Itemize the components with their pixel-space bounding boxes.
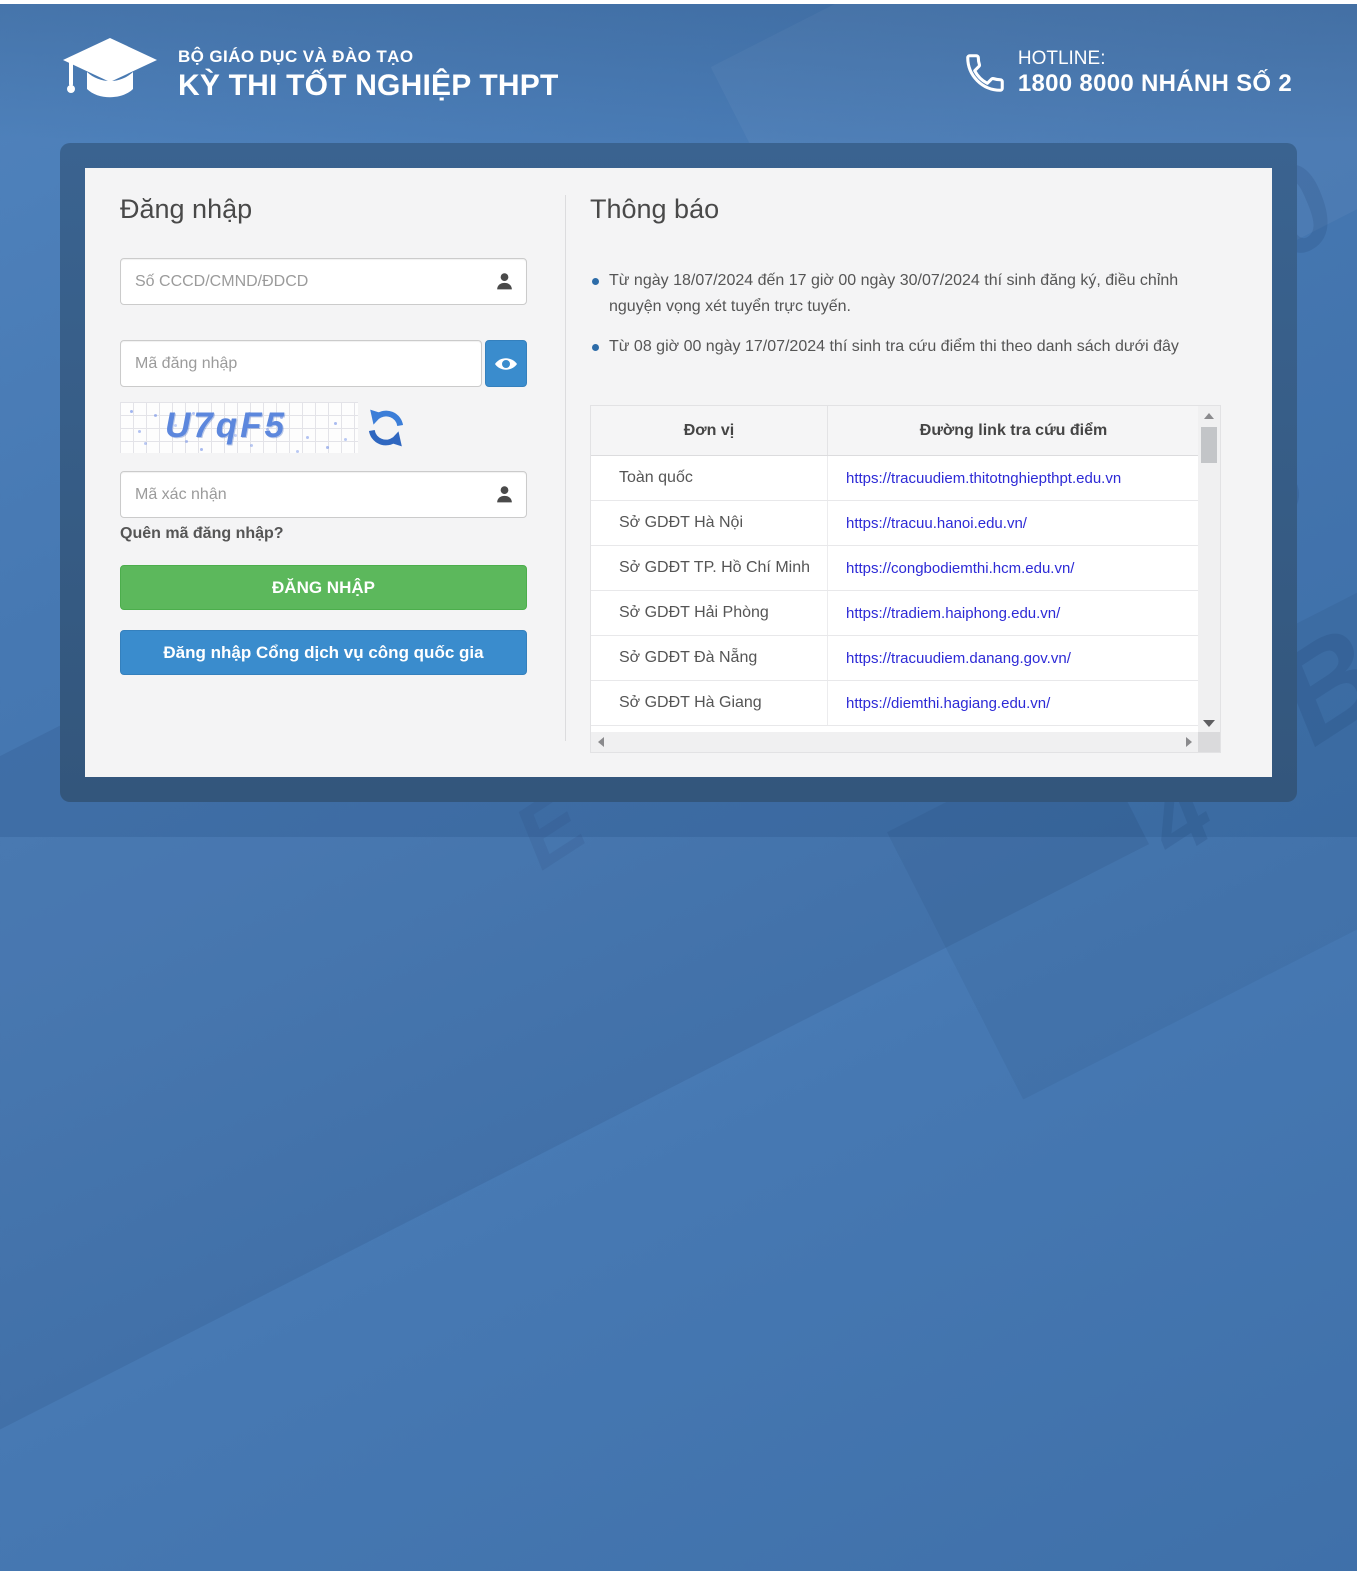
hotline: HOTLINE: 1800 8000 NHÁNH SỐ 2	[962, 48, 1292, 98]
captcha-code: U7qF5	[120, 406, 332, 446]
column-header-link: Đường link tra cứu điểm	[828, 406, 1199, 455]
lookup-link[interactable]: https://tracuudiem.thitotnghiepthpt.edu.…	[846, 470, 1121, 487]
hotline-label: HOTLINE:	[1018, 48, 1292, 70]
phone-icon	[962, 50, 1008, 96]
ministry-name: BỘ GIÁO DỤC VÀ ĐÀO TẠO	[178, 47, 559, 67]
panel-divider	[565, 195, 566, 741]
vertical-scrollbar[interactable]	[1198, 406, 1220, 733]
password-visibility-button[interactable]	[485, 340, 527, 387]
captcha-image: U7qF5	[120, 402, 358, 453]
notice-panel: Thông báo Từ ngày 18/07/2024 đến 17 giờ …	[590, 168, 1255, 777]
password-field-wrapper	[120, 340, 482, 387]
card-content: Đăng nhập U7qF5	[85, 168, 1272, 777]
horizontal-scrollbar[interactable]	[591, 732, 1199, 752]
main-card: Đăng nhập U7qF5	[60, 143, 1297, 802]
lookup-link[interactable]: https://tracuudiem.danang.gov.vn/	[846, 650, 1071, 667]
score-lookup-table: Đơn vị Đường link tra cứu điểm Toàn quốc…	[590, 405, 1221, 753]
brand: BỘ GIÁO DỤC VÀ ĐÀO TẠO KỲ THI TỐT NGHIỆP…	[60, 32, 559, 118]
scrollbar-corner	[1198, 732, 1220, 752]
hotline-number: 1800 8000 NHÁNH SỐ 2	[1018, 70, 1292, 98]
unit-cell: Toàn quốc	[591, 456, 828, 500]
captcha-row: U7qF5	[120, 402, 527, 454]
notice-item: Từ ngày 18/07/2024 đến 17 giờ 00 ngày 30…	[592, 268, 1197, 321]
login-title: Đăng nhập	[120, 194, 252, 225]
lookup-link[interactable]: https://tracuu.hanoi.edu.vn/	[846, 515, 1027, 532]
unit-cell: Sở GDĐT Hải Phòng	[591, 591, 828, 635]
id-field-wrapper	[120, 258, 527, 305]
hotline-text: HOTLINE: 1800 8000 NHÁNH SỐ 2	[1018, 48, 1292, 98]
password-input[interactable]	[120, 340, 482, 387]
eye-icon	[494, 352, 518, 376]
link-cell: https://tracuudiem.thitotnghiepthpt.edu.…	[828, 456, 1199, 500]
scroll-right-icon[interactable]	[1186, 737, 1192, 747]
unit-cell: Sở GDĐT Hà Giang	[591, 681, 828, 725]
vertical-scroll-thumb[interactable]	[1201, 427, 1217, 463]
table-row: Toàn quốc https://tracuudiem.thitotnghie…	[591, 456, 1199, 501]
unit-cell: Sở GDĐT Hà Nội	[591, 501, 828, 545]
notice-title: Thông báo	[590, 194, 719, 225]
notice-item: Từ 08 giờ 00 ngày 17/07/2024 thí sinh tr…	[592, 334, 1197, 360]
lookup-link[interactable]: https://diemthi.hagiang.edu.vn/	[846, 695, 1050, 712]
unit-cell: Sở GDĐT TP. Hồ Chí Minh	[591, 546, 828, 590]
captcha-field-wrapper	[120, 471, 527, 518]
table-row: Sở GDĐT Hà Giang https://diemthi.hagiang…	[591, 681, 1199, 726]
person-icon	[494, 484, 515, 505]
brand-text: BỘ GIÁO DỤC VÀ ĐÀO TẠO KỲ THI TỐT NGHIỆP…	[178, 47, 559, 103]
lookup-link[interactable]: https://congbodiemthi.hcm.edu.vn/	[846, 560, 1074, 577]
graduation-cap-icon	[60, 32, 160, 118]
link-cell: https://tradiem.haiphong.edu.vn/	[828, 591, 1199, 635]
link-cell: https://diemthi.hagiang.edu.vn/	[828, 681, 1199, 725]
table-row: Sở GDĐT Đà Nẵng https://tracuudiem.danan…	[591, 636, 1199, 681]
captcha-input[interactable]	[120, 471, 527, 518]
scroll-down-icon[interactable]	[1203, 720, 1215, 727]
top-white-strip	[0, 0, 1357, 4]
table-row: Sở GDĐT TP. Hồ Chí Minh https://congbodi…	[591, 546, 1199, 591]
site-header: BỘ GIÁO DỤC VÀ ĐÀO TẠO KỲ THI TỐT NGHIỆP…	[0, 4, 1357, 142]
forgot-password-link[interactable]: Quên mã đăng nhập?	[120, 525, 284, 543]
column-header-unit: Đơn vị	[591, 406, 828, 455]
link-cell: https://tracuu.hanoi.edu.vn/	[828, 501, 1199, 545]
table-header-row: Đơn vị Đường link tra cứu điểm	[591, 406, 1199, 456]
link-cell: https://tracuudiem.danang.gov.vn/	[828, 636, 1199, 680]
exam-title: KỲ THI TỐT NGHIỆP THPT	[178, 69, 559, 103]
link-cell: https://congbodiemthi.hcm.edu.vn/	[828, 546, 1199, 590]
table-row: Sở GDĐT Hải Phòng https://tradiem.haipho…	[591, 591, 1199, 636]
table-row: Sở GDĐT Hà Nội https://tracuu.hanoi.edu.…	[591, 501, 1199, 546]
id-input[interactable]	[120, 258, 527, 305]
gov-portal-login-button[interactable]: Đăng nhập Cổng dịch vụ công quốc gia	[120, 630, 527, 675]
scroll-up-icon[interactable]	[1204, 413, 1214, 419]
person-icon	[494, 271, 515, 292]
notice-list: Từ ngày 18/07/2024 đến 17 giờ 00 ngày 30…	[592, 268, 1197, 373]
refresh-icon	[366, 408, 406, 448]
login-panel: Đăng nhập U7qF5	[120, 168, 527, 777]
lookup-link[interactable]: https://tradiem.haiphong.edu.vn/	[846, 605, 1060, 622]
table-content: Đơn vị Đường link tra cứu điểm Toàn quốc…	[591, 406, 1199, 733]
unit-cell: Sở GDĐT Đà Nẵng	[591, 636, 828, 680]
captcha-refresh-button[interactable]	[366, 408, 406, 448]
login-button[interactable]: ĐĂNG NHẬP	[120, 565, 527, 610]
scroll-left-icon[interactable]	[598, 737, 604, 747]
